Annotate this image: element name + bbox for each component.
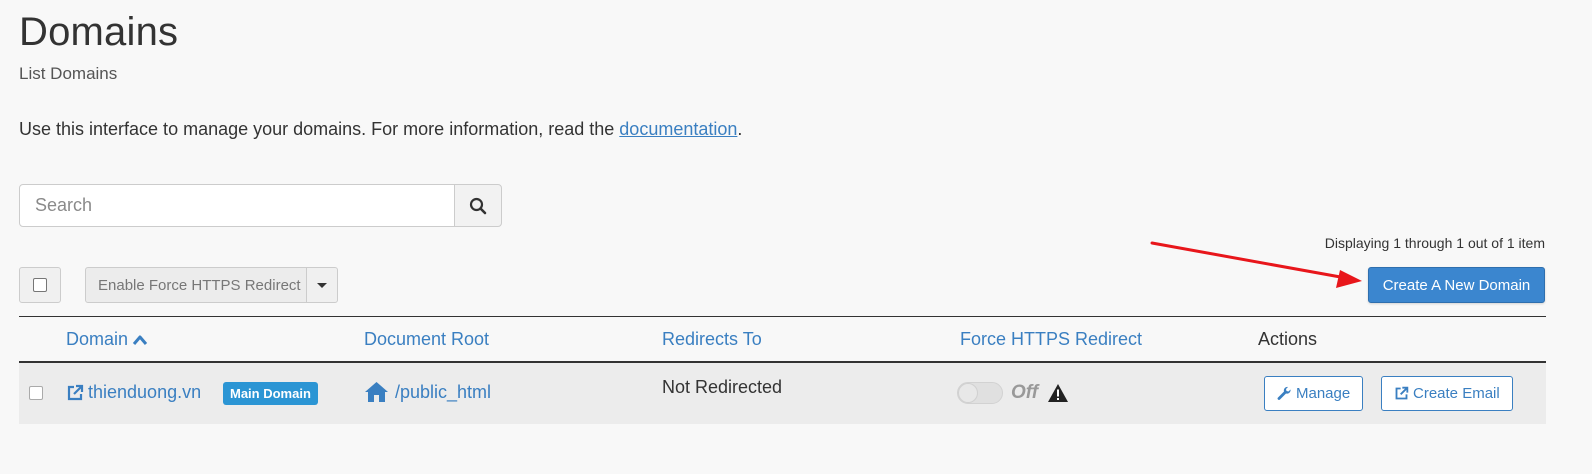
sort-ascending-icon bbox=[132, 335, 148, 345]
external-link-icon bbox=[67, 384, 84, 400]
manage-button[interactable]: Manage bbox=[1264, 376, 1364, 411]
warning-icon bbox=[1048, 384, 1069, 402]
column-document-root[interactable]: Document Root bbox=[364, 329, 489, 350]
table-row: thienduong.vn Main Domain /public_html N… bbox=[19, 363, 1546, 424]
column-domain[interactable]: Domain bbox=[66, 329, 148, 350]
create-email-button[interactable]: Create Email bbox=[1381, 376, 1513, 411]
manage-button-label: Manage bbox=[1296, 385, 1351, 402]
redirects-to-value: Not Redirected bbox=[662, 377, 783, 397]
force-https-cell: Off bbox=[957, 382, 1069, 404]
toggle-knob bbox=[958, 383, 978, 403]
create-email-button-label: Create Email bbox=[1413, 385, 1500, 402]
toggle-state-label: Off bbox=[1011, 382, 1039, 403]
column-redirects-to[interactable]: Redirects To bbox=[662, 329, 762, 350]
column-force-https[interactable]: Force HTTPS Redirect bbox=[960, 329, 1142, 350]
external-link-icon bbox=[1395, 386, 1409, 400]
row-checkbox-cell bbox=[29, 386, 43, 400]
column-domain-label: Domain bbox=[66, 329, 129, 349]
home-icon bbox=[365, 382, 388, 402]
wrench-icon bbox=[1277, 386, 1291, 400]
force-https-toggle[interactable] bbox=[957, 382, 1003, 404]
column-actions: Actions bbox=[1258, 329, 1318, 349]
document-root-link[interactable]: /public_html bbox=[395, 382, 491, 403]
domain-link[interactable]: thienduong.vn bbox=[88, 382, 201, 403]
main-domain-badge: Main Domain bbox=[223, 382, 318, 405]
document-root-cell: /public_html bbox=[364, 381, 491, 403]
domain-cell: thienduong.vn bbox=[66, 382, 201, 403]
table-header: Domain Document Root Redirects To Force … bbox=[19, 317, 1546, 361]
row-checkbox[interactable] bbox=[29, 386, 43, 400]
